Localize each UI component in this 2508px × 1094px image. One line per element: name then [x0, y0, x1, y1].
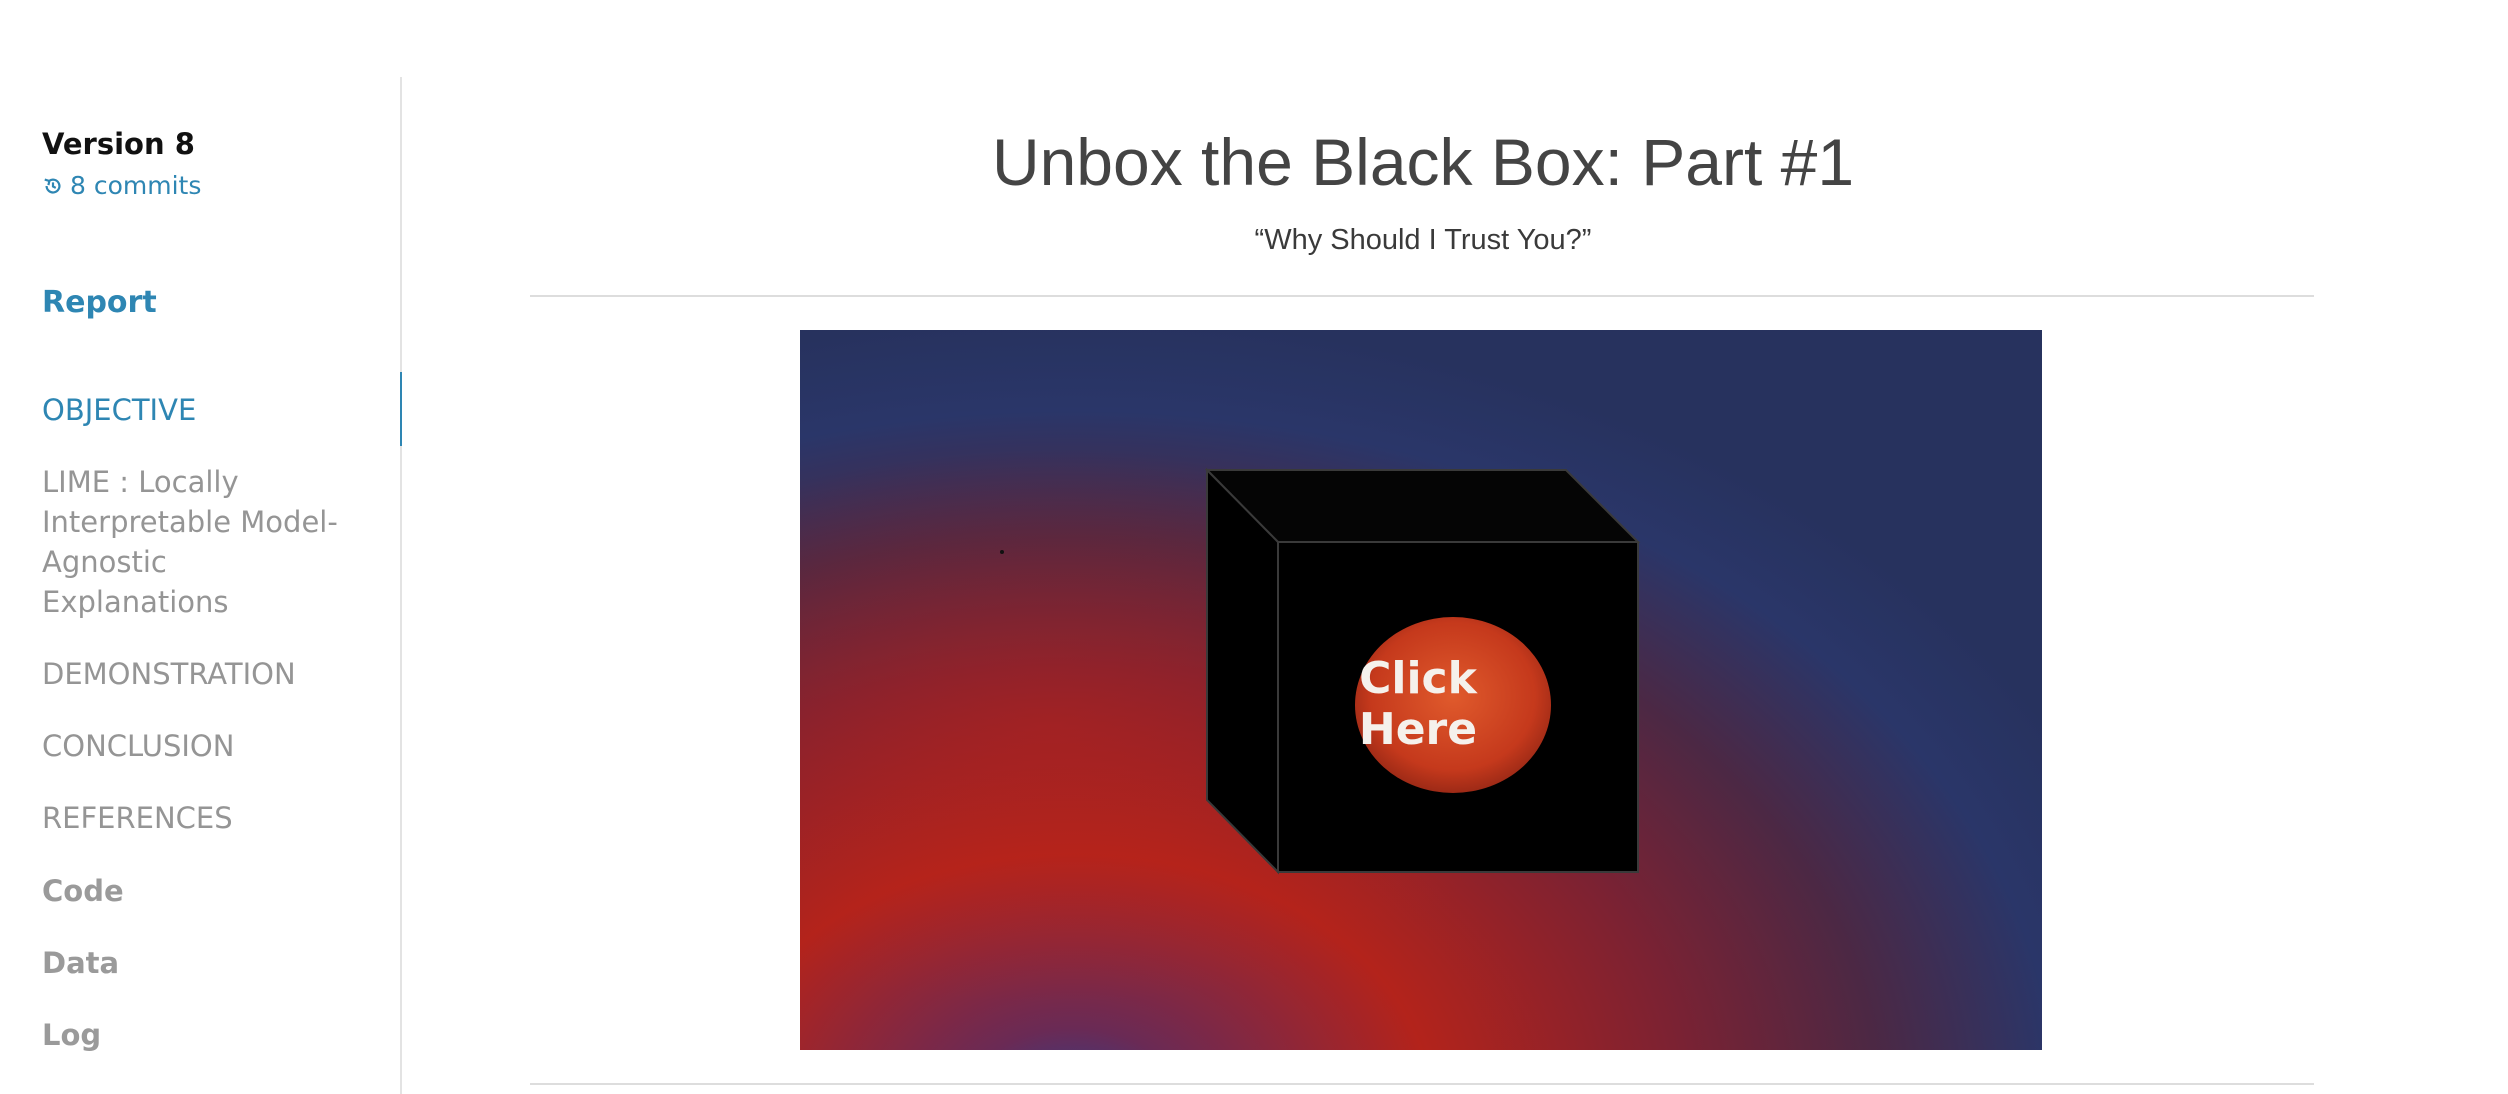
commits-label: 8 commits [70, 171, 202, 200]
page-subtitle: “Why Should I Trust You?” [1254, 224, 1592, 256]
divider-bottom [530, 1083, 2314, 1085]
toc-item-lime[interactable]: LIME : Locally Interpretable Model-Agnos… [42, 462, 362, 622]
divider-top [530, 295, 2314, 297]
bottom-nav: Code Data Log [42, 874, 124, 1090]
toc-item-references[interactable]: REFERENCES [42, 798, 362, 838]
sidebar: Version 8 8 commits Report OBJECTIVE LIM… [0, 77, 402, 1094]
page-title: Unbox the Black Box: Part #1 [991, 125, 1855, 199]
toc-item-conclusion[interactable]: CONCLUSION [42, 726, 362, 766]
nav-report[interactable]: Report [42, 285, 157, 320]
table-of-contents: OBJECTIVE LIME : Locally Interpretable M… [42, 390, 362, 870]
version-title: Version 8 [42, 127, 195, 161]
click-here-button[interactable]: Click Here [1353, 653, 1483, 755]
nav-code[interactable]: Code [42, 874, 124, 914]
commits-link[interactable]: 8 commits [42, 171, 201, 200]
nav-data[interactable]: Data [42, 946, 124, 986]
main-content: Unbox the Black Box: Part #1 “Why Should… [402, 0, 2508, 1094]
history-icon [44, 178, 61, 194]
nav-log[interactable]: Log [42, 1018, 124, 1058]
toc-item-objective[interactable]: OBJECTIVE [42, 390, 362, 430]
hero-image[interactable]: Click Here [800, 330, 2042, 1050]
toc-item-demonstration[interactable]: DEMONSTRATION [42, 654, 362, 694]
